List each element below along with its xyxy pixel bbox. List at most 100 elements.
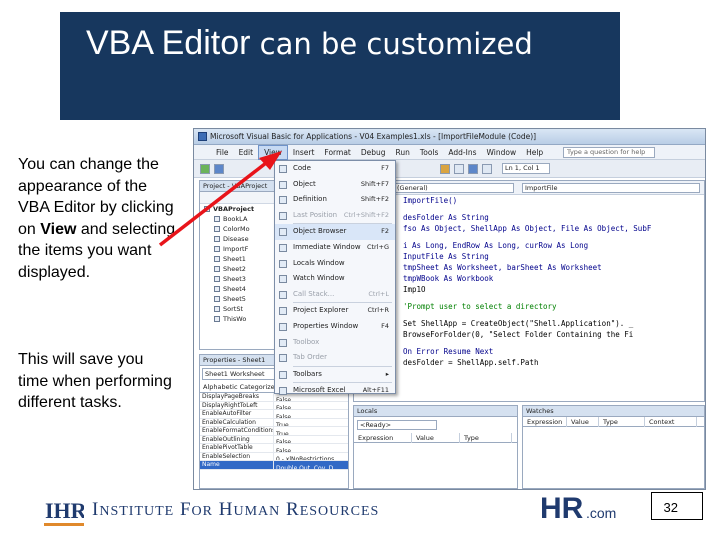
locals-column[interactable]: Type — [460, 433, 512, 443]
excel-icon[interactable] — [200, 164, 210, 174]
menu-view[interactable]: View — [258, 145, 288, 160]
property-row[interactable]: EnableCalculation True — [200, 418, 348, 427]
microsoft-excel-icon — [279, 387, 287, 396]
view-menu-item-watch-window[interactable]: Watch Window — [275, 271, 395, 287]
code-line: desFolder As String — [403, 213, 489, 222]
help-search-box[interactable]: Type a question for help — [563, 147, 655, 158]
locals-column[interactable]: Expression — [354, 433, 412, 443]
view-menu-shortcut: Shift+F2 — [360, 195, 389, 204]
module-icon — [214, 276, 220, 282]
window-title-bar: Microsoft Visual Basic for Applications … — [194, 129, 705, 145]
code-window[interactable]: (General) ImportFile ImportFile() desFold… — [353, 180, 705, 402]
view-menu-label: Project Explorer — [293, 306, 349, 315]
tree-item-label: Sheet3 — [223, 275, 246, 283]
ihr-logo-text: IHR — [45, 498, 84, 523]
menu-file[interactable]: File — [194, 145, 234, 160]
code-line: Imp1O — [403, 285, 426, 294]
watches-column[interactable]: Expression — [523, 417, 567, 427]
toolbox-icon[interactable] — [482, 164, 492, 174]
insert-module-icon[interactable] — [214, 164, 224, 174]
menu-tools[interactable]: Tools — [415, 145, 443, 160]
view-menu-label: Object — [293, 179, 316, 188]
property-row[interactable]: EnableSelection 0 - xlNoRestrictions — [200, 452, 348, 461]
watches-title: Watches — [523, 406, 704, 417]
property-row[interactable]: EnableFormatConditionsCalculationTrue — [200, 427, 348, 436]
menu-help[interactable]: Help — [521, 145, 548, 160]
menu-insert[interactable]: Insert — [288, 145, 320, 160]
hr-logo-suffix: .com — [586, 505, 616, 521]
property-row[interactable]: EnableOutlining False — [200, 435, 348, 444]
watches-columns: Expression Value Type Context — [523, 417, 704, 427]
code-line: tmpWBook As Workbook — [403, 274, 494, 283]
view-menu-label: Call Stack... — [293, 289, 335, 298]
property-name: EnableSelection — [200, 452, 274, 461]
locals-column[interactable]: Value — [412, 433, 460, 443]
view-menu-shortcut: F7 — [381, 164, 389, 172]
watches-window: Watches Expression Value Type Context — [522, 405, 705, 489]
property-row[interactable]: DisplayRightToLeft False — [200, 401, 348, 410]
view-menu-item-definition[interactable]: Definition Shift+F2 — [275, 192, 395, 208]
slide-title-part1: VBA Editor — [86, 24, 251, 62]
menu-format[interactable]: Format — [319, 145, 355, 160]
view-menu-item-toolbox[interactable]: Toolbox — [275, 335, 395, 351]
view-menu-shortcut: Ctrl+Shift+F2 — [343, 210, 389, 219]
locals-title: Locals — [354, 406, 517, 417]
tab-order-icon — [279, 354, 287, 363]
watch-window-icon — [279, 275, 287, 284]
slide-title-part2: can be customized — [250, 27, 533, 61]
view-menu-item-tab-order[interactable]: Tab Order — [275, 350, 395, 366]
organization-name: INSTITUTE FOR HUMAN RESOURCES — [92, 499, 379, 521]
watches-column[interactable]: Type — [599, 417, 645, 427]
object-browser-icon — [279, 228, 287, 237]
view-menu-label: Properties Window — [293, 321, 359, 330]
watches-column[interactable]: Value — [567, 417, 599, 427]
hr-com-logo: HR .com — [540, 492, 616, 525]
menu-addins[interactable]: Add-Ins — [443, 145, 481, 160]
view-menu-item-object-browser[interactable]: Object Browser F2 — [275, 224, 395, 240]
view-menu-item-microsoft-excel[interactable]: Microsoft Excel Alt+F11 — [275, 383, 395, 399]
view-menu-item-object[interactable]: Object Shift+F7 — [275, 177, 395, 193]
org-word-3-rest: UMAN — [233, 504, 281, 519]
hr-logo-text: HR — [540, 492, 584, 525]
property-value: Double Out. Cov. D — [276, 464, 334, 470]
property-row[interactable]: EnablePivotTable False — [200, 444, 348, 453]
property-row[interactable]: Name Double Out. Cov. D — [200, 461, 348, 470]
definition-icon — [279, 196, 287, 205]
menu-debug[interactable]: Debug — [356, 145, 391, 160]
procedure-combo[interactable]: ImportFile — [522, 183, 700, 193]
view-menu-item-locals-window[interactable]: Locals Window — [275, 256, 395, 272]
menu-run[interactable]: Run — [391, 145, 415, 160]
tree-item-label: ThisWo — [223, 315, 247, 323]
tree-item-label: ColorMo — [223, 225, 250, 233]
properties-window-icon — [279, 322, 287, 331]
code-lines: ImportFile() desFolder As String fso As Ob… — [354, 195, 704, 368]
view-menu-item-call-stack[interactable]: Call Stack... Ctrl+L — [275, 287, 395, 303]
view-menu-item-code[interactable]: Code F7 — [275, 161, 395, 177]
view-menu-item-properties-window[interactable]: Properties Window F4 — [275, 319, 395, 335]
locals-window-icon — [279, 259, 287, 268]
view-menu-item-immediate-window[interactable]: Immediate Window Ctrl+G — [275, 240, 395, 256]
org-word-3-cap: H — [218, 499, 234, 520]
object-combo[interactable]: (General) — [394, 183, 514, 193]
menu-bar: File Edit View Insert Format Debug Run Tools Add… — [194, 145, 705, 160]
view-menu-item-toolbars[interactable]: Toolbars ▸ — [275, 367, 395, 383]
properties-icon[interactable] — [454, 164, 464, 174]
view-menu-item-project-explorer[interactable]: Project Explorer Ctrl+R — [275, 303, 395, 319]
watches-column[interactable]: Context — [645, 417, 697, 427]
module-icon — [214, 246, 220, 252]
property-name: EnableOutlining — [200, 435, 274, 444]
property-row[interactable]: EnableAutoFilter False — [200, 410, 348, 419]
immediate-window-icon — [279, 243, 287, 252]
object-browser-icon[interactable] — [468, 164, 478, 174]
view-menu-label: Toolbars — [293, 369, 322, 378]
menu-edit[interactable]: Edit — [234, 145, 259, 160]
module-icon — [214, 316, 220, 322]
project-icon — [204, 206, 210, 212]
properties-grid: DisplayPageBreaks False DisplayRightToLeft… — [200, 393, 348, 470]
view-menu-label: Tab Order — [293, 353, 327, 362]
menu-window[interactable]: Window — [482, 145, 522, 160]
view-menu-item-last-position[interactable]: Last Position Ctrl+Shift+F2 — [275, 208, 395, 224]
view-menu-label: Watch Window — [293, 274, 345, 283]
org-word-4-cap: R — [286, 499, 300, 520]
project-explorer-icon[interactable] — [440, 164, 450, 174]
